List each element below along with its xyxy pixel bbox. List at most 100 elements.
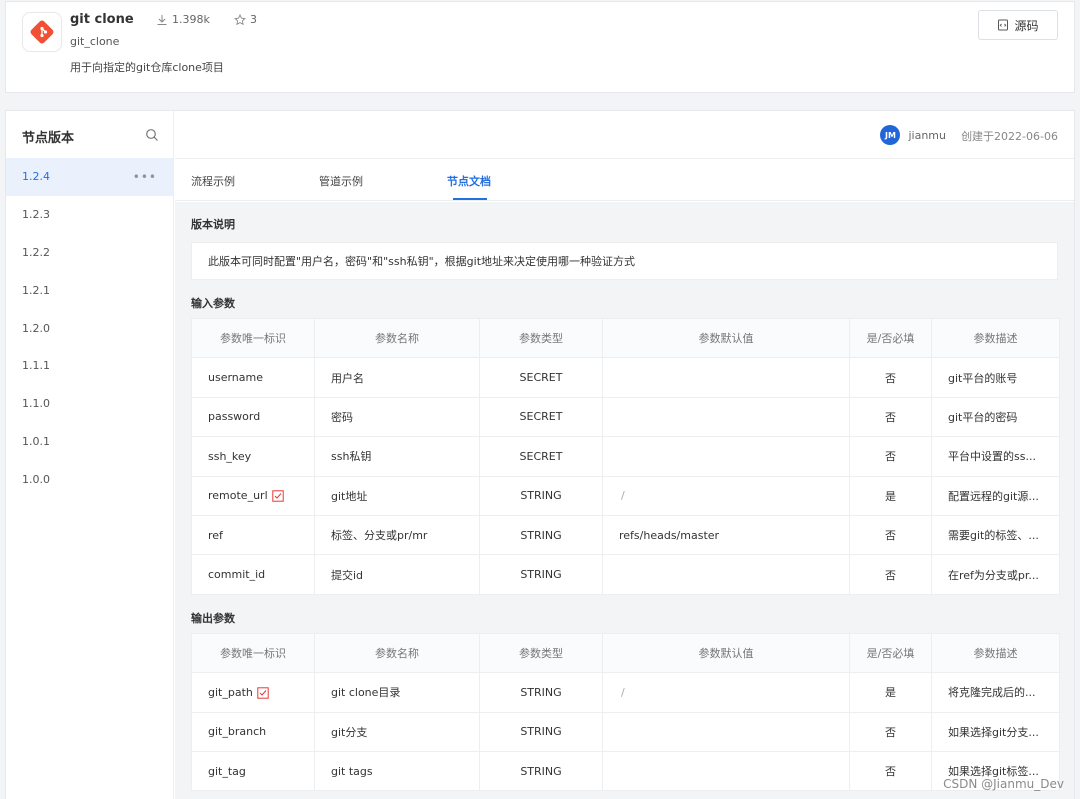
param-type: STRING <box>479 475 603 516</box>
param-id-cell: git_tag <box>191 750 315 792</box>
param-required: 否 <box>849 750 932 792</box>
param-type: STRING <box>479 672 603 713</box>
param-required: 否 <box>849 711 932 752</box>
search-icon[interactable] <box>145 128 159 142</box>
tab-pipeline-example[interactable]: 管道示例 <box>319 173 363 189</box>
param-default <box>602 554 850 595</box>
param-id-cell: password <box>191 396 315 438</box>
version-item[interactable]: 1.2.2 <box>6 234 173 272</box>
param-name: git tags <box>314 750 480 792</box>
watermark: CSDN @Jianmu_Dev <box>943 777 1064 791</box>
version-label: 1.1.1 <box>22 359 50 373</box>
param-id-cell: remote_url <box>191 475 315 516</box>
stars-stat: 3 <box>234 13 257 26</box>
sidebar-title: 节点版本 <box>22 131 75 146</box>
param-required: 否 <box>849 436 932 477</box>
table-row: git_branch git分支 STRING 否如果选择git分支... <box>191 711 1060 752</box>
column-header: 参数描述 <box>931 317 1060 359</box>
table-row: password 密码 SECRET 否 git平台的密码 <box>191 396 1060 438</box>
param-name: 提交id <box>314 554 480 595</box>
param-desc: 配置远程的git源... <box>931 475 1060 516</box>
plugin-title: git clone <box>70 12 134 27</box>
version-label: 1.0.1 <box>22 434 50 448</box>
version-item[interactable]: 1.2.4 ••• <box>6 158 173 196</box>
param-desc: 需要git的标签、... <box>931 514 1060 556</box>
tab-flow-example[interactable]: 流程示例 <box>191 173 235 189</box>
param-default <box>602 436 850 477</box>
column-header: 参数名称 <box>314 632 480 674</box>
version-item[interactable]: 1.1.1 <box>6 347 173 385</box>
param-name: 密码 <box>314 396 480 438</box>
param-id-cell: username <box>191 357 315 398</box>
plugin-header-card: git clone 1.398k 3 git_clone 用于向指定的git仓库… <box>5 1 1075 93</box>
param-desc: 将克隆完成后的... <box>931 672 1060 713</box>
param-required: 否 <box>849 357 932 398</box>
version-item[interactable]: 1.2.3 <box>6 196 173 234</box>
param-desc: 如果选择git分支... <box>931 711 1060 752</box>
required-check-icon <box>271 490 284 502</box>
output-section-title: 输出参数 <box>191 611 235 625</box>
star-icon <box>234 13 246 25</box>
param-name: git分支 <box>314 711 480 752</box>
param-type: STRING <box>479 750 603 792</box>
param-id: remote_url <box>208 489 268 503</box>
tab-node-doc[interactable]: 节点文档 <box>447 173 491 189</box>
column-header: 参数类型 <box>479 632 603 674</box>
param-desc: git平台的账号 <box>931 357 1060 398</box>
column-header: 参数默认值 <box>602 632 850 674</box>
param-id: git_tag <box>208 764 246 778</box>
input-params-table: 参数唯一标识 参数名称 参数类型 参数默认值 是/否必填 参数描述 username 用户名… <box>191 317 1060 595</box>
version-label: 1.1.0 <box>22 397 50 411</box>
column-header: 参数类型 <box>479 317 603 359</box>
version-item[interactable]: 1.2.0 <box>6 309 173 347</box>
param-name: git clone目录 <box>314 672 480 713</box>
version-section-title: 版本说明 <box>191 218 235 231</box>
input-section-title: 输入参数 <box>191 297 235 310</box>
table-header-row: 参数唯一标识 参数名称 参数类型 参数默认值 是/否必填 参数描述 <box>191 317 1060 359</box>
version-item[interactable]: 1.0.1 <box>6 423 173 461</box>
param-id: git_branch <box>208 725 267 739</box>
param-id-cell: ssh_key <box>191 436 315 477</box>
download-icon <box>157 14 167 25</box>
column-header: 参数名称 <box>314 317 480 359</box>
version-item[interactable]: 1.1.0 <box>6 385 173 423</box>
table-row: git_path git clone目录 STRING / 是将克隆完成后的... <box>191 672 1060 713</box>
git-logo-icon <box>30 20 54 44</box>
param-type: SECRET <box>479 357 603 398</box>
param-required: 否 <box>849 514 932 556</box>
param-default: / <box>602 672 850 713</box>
param-name: git地址 <box>314 475 480 516</box>
table-row: commit_id 提交id STRING 否在ref为分支或pr... <box>191 554 1060 595</box>
version-label: 1.2.3 <box>22 208 50 222</box>
more-icon[interactable]: ••• <box>133 170 157 184</box>
param-required: 是 <box>849 475 932 516</box>
param-name: ssh私钥 <box>314 436 480 477</box>
author-info: JM jianmu <box>880 125 946 145</box>
version-item[interactable]: 1.0.0 <box>6 460 173 498</box>
source-code-button[interactable]: 源码 <box>978 10 1058 40</box>
version-label: 1.2.0 <box>22 321 50 335</box>
param-name: 标签、分支或pr/mr <box>314 514 480 556</box>
param-id: git_path <box>208 685 253 699</box>
param-default <box>602 357 850 398</box>
downloads-count: 1.398k <box>172 13 210 26</box>
param-id-cell: git_path <box>191 672 315 713</box>
doc-body: 版本说明 此版本可同时配置"用户名，密码"和"ssh私钥"，根据git地址来决定… <box>175 202 1074 799</box>
param-desc: 在ref为分支或pr... <box>931 554 1060 595</box>
param-id-cell: commit_id <box>191 554 315 595</box>
table-row: ssh_key ssh私钥 SECRET 否平台中设置的ss... <box>191 436 1060 477</box>
table-row: username 用户名 SECRET 否 git平台的账号 <box>191 357 1060 398</box>
version-label: 1.2.2 <box>22 245 50 259</box>
doc-content: JM jianmu 创建于2022-06-06 流程示例 管道示例 节点文档 版… <box>175 111 1074 799</box>
param-default <box>602 396 850 438</box>
version-label: 1.0.0 <box>22 472 50 486</box>
param-id: commit_id <box>208 568 266 582</box>
column-header: 参数唯一标识 <box>191 317 315 359</box>
version-item[interactable]: 1.2.1 <box>6 271 173 309</box>
param-type: STRING <box>479 514 603 556</box>
stars-count: 3 <box>250 13 257 26</box>
table-row: ref 标签、分支或pr/mr STRING refs/heads/master 否需要… <box>191 514 1060 556</box>
column-header: 是/否必填 <box>849 317 932 359</box>
param-type: SECRET <box>479 436 603 477</box>
downloads-stat: 1.398k <box>156 13 210 26</box>
